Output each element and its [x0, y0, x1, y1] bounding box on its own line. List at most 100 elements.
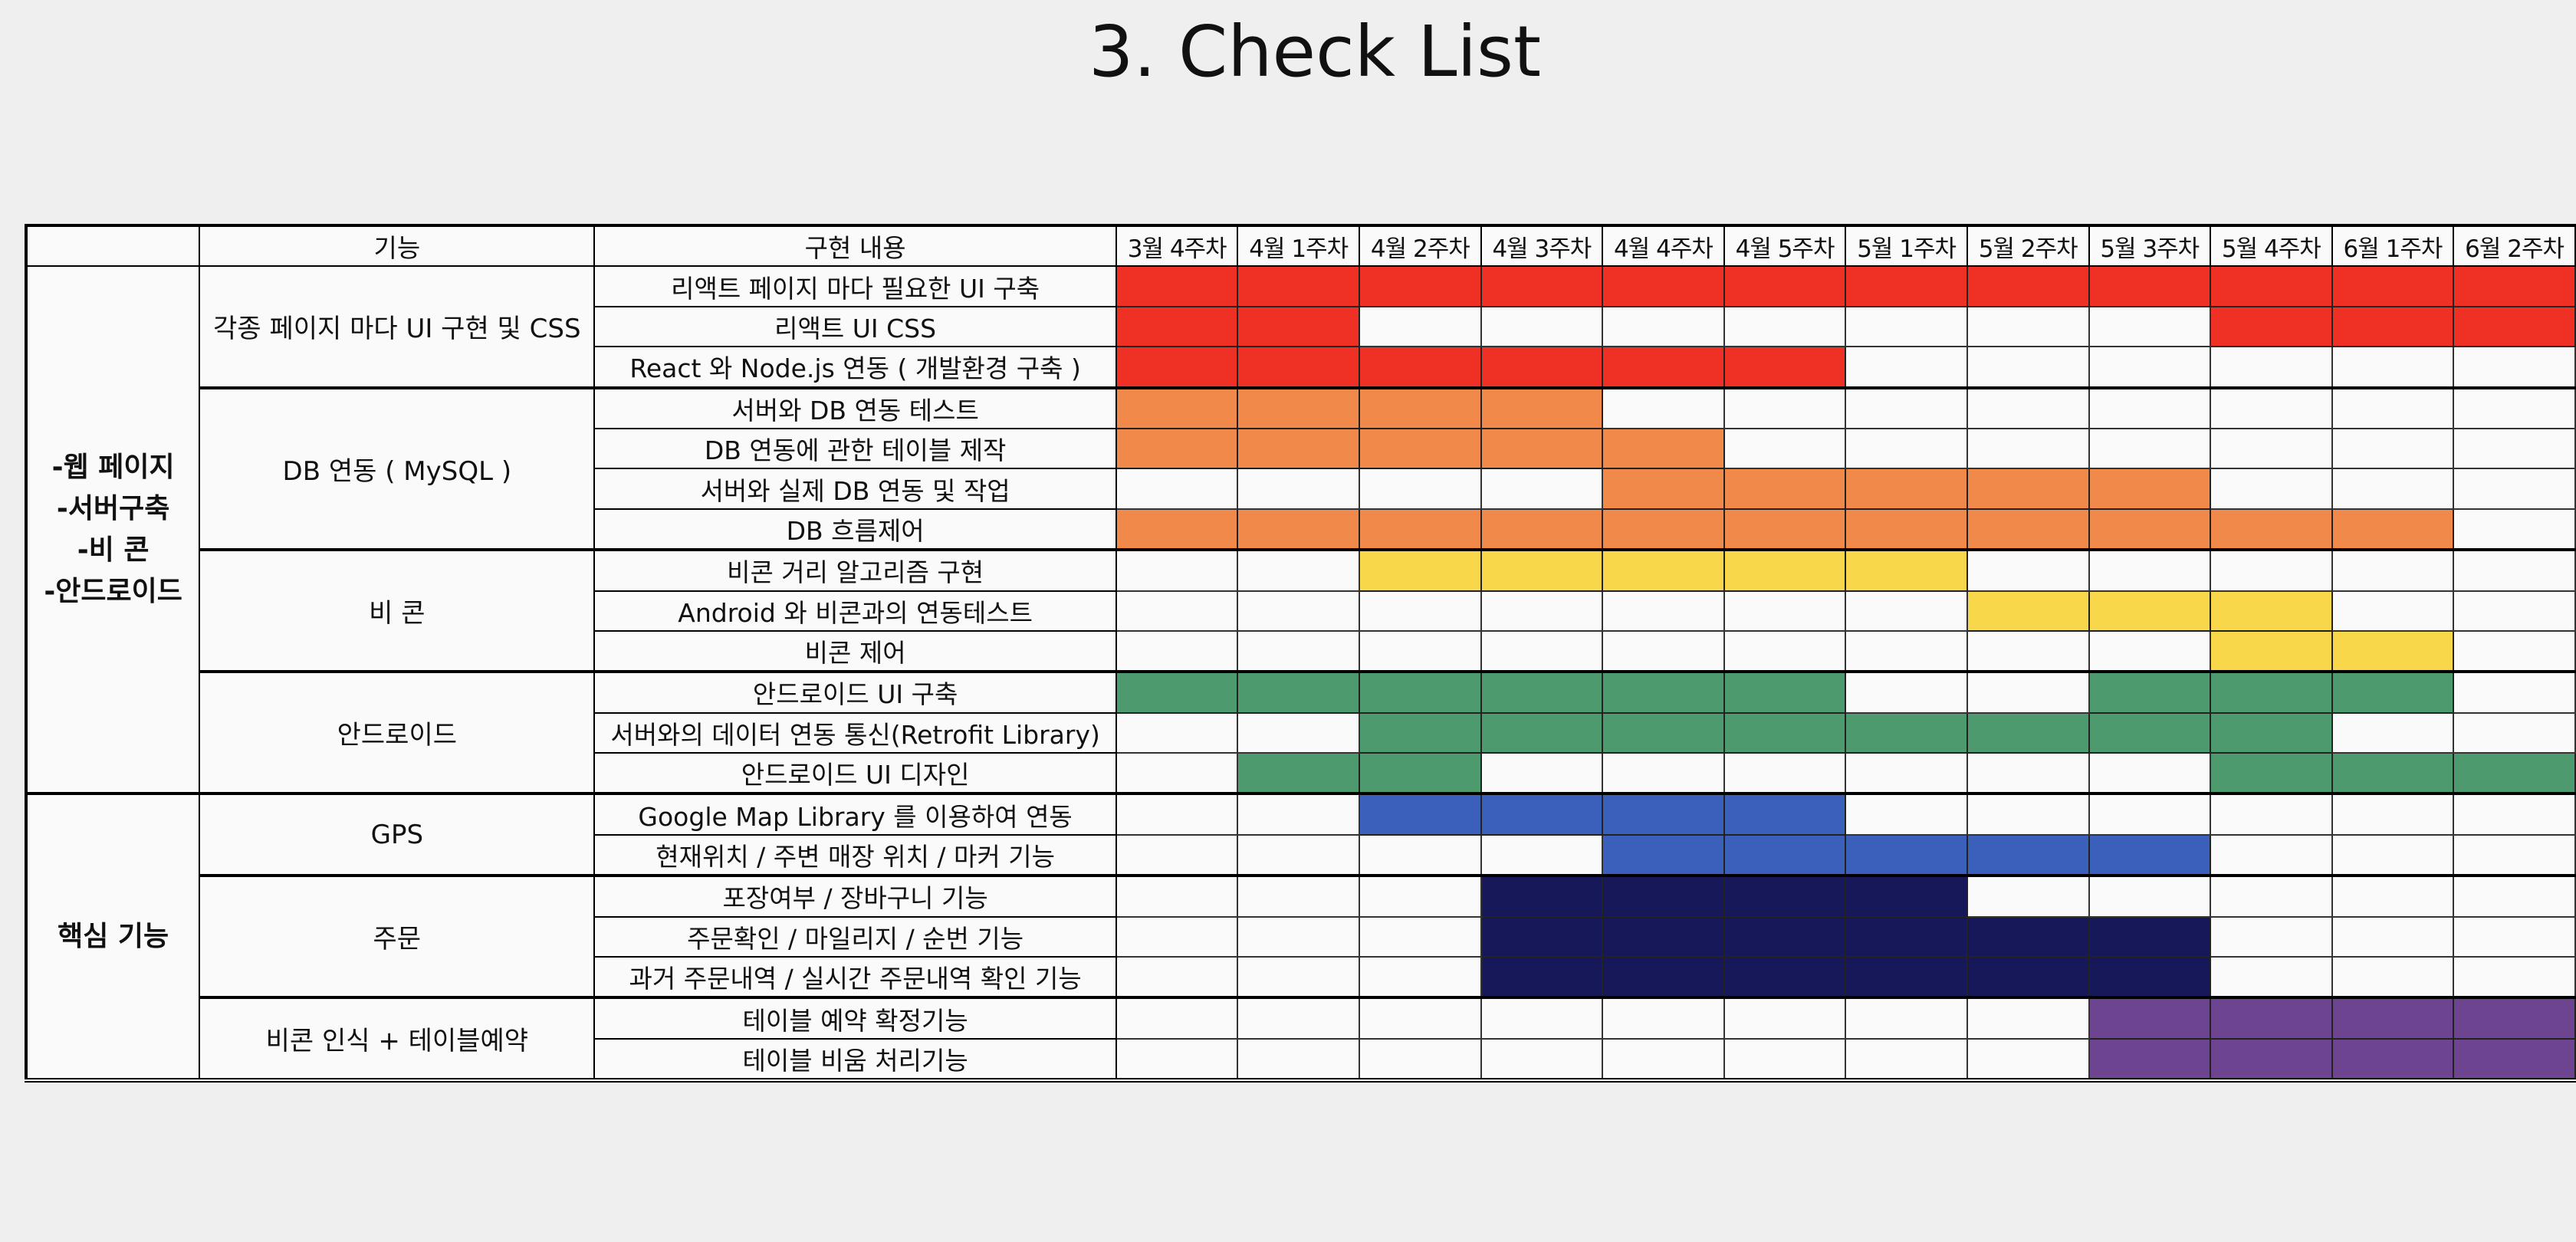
schedule-cell — [1359, 590, 1482, 632]
schedule-cell — [1115, 752, 1239, 796]
week-header: 6월 1주차 — [2331, 224, 2455, 268]
schedule-cell-filled — [2453, 265, 2576, 307]
feature-cell: GPS — [199, 793, 596, 878]
schedule-cell-filled — [1480, 346, 1604, 389]
task-name: 서버와 DB 연동 테스트 — [593, 386, 1117, 429]
schedule-cell — [2453, 711, 2576, 754]
schedule-cell-filled — [2210, 671, 2333, 714]
week-header: 3월 4주차 — [1115, 224, 1239, 268]
schedule-cell — [1359, 305, 1482, 348]
schedule-cell-filled — [1480, 793, 1604, 836]
schedule-cell — [1845, 793, 1968, 836]
task-name: React 와 Node.js 연동 ( 개발환경 구축 ) — [593, 346, 1117, 389]
schedule-cell — [2453, 468, 2576, 510]
schedule-cell — [1237, 997, 1361, 1040]
task-name: 현재위치 / 주변 매장 위치 / 마커 기능 — [593, 833, 1117, 878]
schedule-cell — [2210, 833, 2333, 878]
schedule-cell-filled — [1480, 265, 1604, 307]
task-name: Android 와 비콘과의 연동테스트 — [593, 590, 1117, 632]
schedule-cell-filled — [2210, 752, 2333, 796]
schedule-cell-filled — [2088, 915, 2212, 958]
schedule-cell — [1966, 1037, 2090, 1083]
schedule-cell — [1966, 793, 2090, 836]
schedule-cell-filled — [2331, 1037, 2455, 1083]
schedule-cell-filled — [1602, 833, 1725, 878]
schedule-cell-filled — [1966, 956, 2090, 1000]
task-name: 비콘 거리 알고리즘 구현 — [593, 549, 1117, 592]
task-name: 서버와의 데이터 연동 통신(Retrofit Library) — [593, 711, 1117, 754]
schedule-cell — [2331, 875, 2455, 918]
schedule-cell — [1115, 793, 1239, 836]
section-label: -웹 페이지 -서버구축 -비 콘 -안드로이드 — [25, 265, 201, 796]
task-row: -웹 페이지 -서버구축 -비 콘 -안드로이드 각종 페이지 마다 UI 구현 … — [25, 265, 2576, 796]
schedule-cell-filled — [1723, 915, 1847, 958]
schedule-cell-filled — [2331, 671, 2455, 714]
schedule-cell-filled — [2210, 1037, 2333, 1083]
schedule-cell — [1115, 468, 1239, 510]
schedule-cell-filled — [1602, 346, 1725, 389]
schedule-cell — [1115, 915, 1239, 958]
schedule-cell-filled — [2210, 629, 2333, 674]
schedule-cell — [1845, 305, 1968, 348]
schedule-cell — [1480, 752, 1604, 796]
schedule-cell — [1602, 997, 1725, 1040]
schedule-cell — [1723, 752, 1847, 796]
task-name: 비콘 제어 — [593, 629, 1117, 674]
task-name: 안드로이드 UI 구축 — [593, 671, 1117, 714]
schedule-cell — [2453, 508, 2576, 552]
schedule-cell-filled — [1845, 265, 1968, 307]
schedule-cell-filled — [1723, 508, 1847, 552]
schedule-cell-filled — [2210, 305, 2333, 348]
schedule-cell — [1237, 711, 1361, 754]
schedule-cell — [1845, 629, 1968, 674]
week-header: 4월 2주차 — [1359, 224, 1482, 268]
schedule-cell-filled — [1359, 711, 1482, 754]
schedule-cell — [1237, 915, 1361, 958]
schedule-cell-filled — [2453, 752, 2576, 796]
schedule-cell-filled — [2088, 671, 2212, 714]
schedule-cell — [1115, 711, 1239, 754]
feature-cell: 각종 페이지 마다 UI 구현 및 CSS — [199, 265, 596, 389]
schedule-cell-filled — [1845, 833, 1968, 878]
schedule-cell-filled — [2088, 265, 2212, 307]
schedule-cell-filled — [1602, 956, 1725, 1000]
schedule-cell — [2331, 915, 2455, 958]
page-title: 3. Check List — [1088, 11, 1542, 93]
schedule-cell — [2088, 346, 2212, 389]
week-header: 6월 2주차 — [2453, 224, 2576, 268]
schedule-cell-filled — [1602, 711, 1725, 754]
schedule-cell-filled — [2210, 508, 2333, 552]
schedule-cell — [2088, 793, 2212, 836]
schedule-cell — [2210, 346, 2333, 389]
schedule-cell-filled — [1359, 793, 1482, 836]
schedule-cell — [2210, 386, 2333, 429]
schedule-cell-filled — [2453, 997, 2576, 1040]
schedule-cell-filled — [1359, 265, 1482, 307]
schedule-cell — [2453, 915, 2576, 958]
schedule-cell — [1480, 1037, 1604, 1083]
schedule-cell-filled — [1237, 427, 1361, 470]
schedule-cell — [2331, 386, 2455, 429]
week-header: 5월 2주차 — [1966, 224, 2090, 268]
schedule-cell — [1723, 590, 1847, 632]
schedule-cell — [2210, 956, 2333, 1000]
task-name: 테이블 예약 확정기능 — [593, 997, 1117, 1040]
schedule-cell — [1237, 833, 1361, 878]
schedule-cell — [1359, 629, 1482, 674]
week-header: 4월 5주차 — [1723, 224, 1847, 268]
schedule-cell — [1480, 468, 1604, 510]
week-header: 5월 3주차 — [2088, 224, 2212, 268]
task-row: 핵심 기능 GPS Google Map Library 를 이용하여 연동 — [25, 793, 2576, 1083]
schedule-cell — [1237, 468, 1361, 510]
schedule-cell — [1237, 793, 1361, 836]
task-name: 주문확인 / 마일리지 / 순번 기능 — [593, 915, 1117, 958]
schedule-cell — [2331, 793, 2455, 836]
schedule-cell-filled — [2088, 997, 2212, 1040]
schedule-cell-filled — [1480, 711, 1604, 754]
schedule-cell-filled — [1723, 793, 1847, 836]
schedule-cell-filled — [1115, 346, 1239, 389]
schedule-cell — [1237, 590, 1361, 632]
schedule-cell-filled — [1845, 956, 1968, 1000]
schedule-cell-filled — [2331, 997, 2455, 1040]
schedule-cell — [2331, 956, 2455, 1000]
